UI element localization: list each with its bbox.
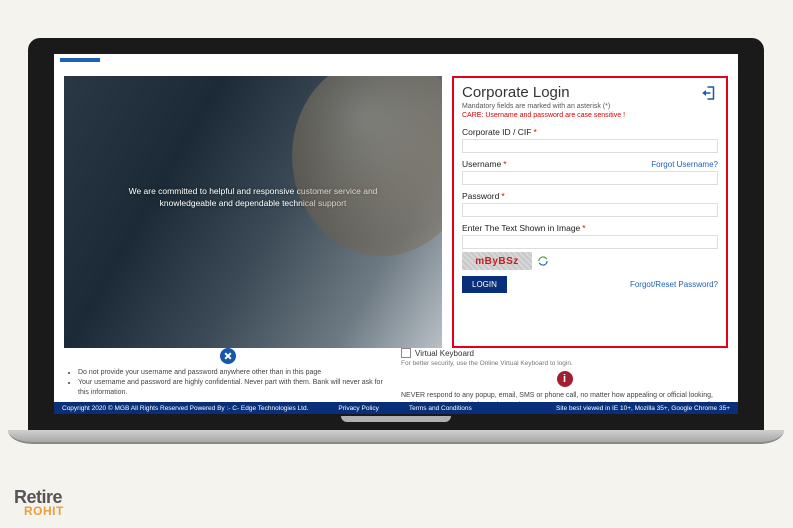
close-icon <box>220 348 236 364</box>
password-label: Password* <box>462 191 718 201</box>
hero-line1: We are committed to helpful and responsi… <box>129 186 378 196</box>
footer-bar: Copyright 2020 © MGB All Rights Reserved… <box>54 402 738 414</box>
username-field: Username* Forgot Username? <box>462 159 718 185</box>
username-label: Username* <box>462 159 507 169</box>
tip-left-1: Do not provide your username and passwor… <box>78 368 391 378</box>
username-input[interactable] <box>462 171 718 185</box>
virtual-keyboard-sub: For better security, use the Online Virt… <box>401 360 728 367</box>
screen-bezel: We are committed to helpful and responsi… <box>28 38 764 430</box>
hero-text: We are committed to helpful and responsi… <box>102 185 404 210</box>
virtual-keyboard-label: Virtual Keyboard <box>415 349 474 358</box>
laptop-notch <box>341 416 451 422</box>
corporate-id-label: Corporate ID / CIF* <box>462 127 718 137</box>
footer-privacy-link[interactable]: Privacy Policy <box>338 405 378 412</box>
captcha-field: Enter The Text Shown in Image* mByBSz <box>462 223 718 270</box>
footer-terms-link[interactable]: Terms and Conditions <box>409 405 472 412</box>
refresh-icon[interactable] <box>536 254 550 268</box>
captcha-input[interactable] <box>462 235 718 249</box>
laptop-base <box>8 430 784 444</box>
captcha-image: mByBSz <box>462 252 532 270</box>
corporate-id-input[interactable] <box>462 139 718 153</box>
screen: We are committed to helpful and responsi… <box>54 54 738 414</box>
brand-rohit: ROHIT <box>24 504 64 518</box>
tip-left-2: Your username and password are highly co… <box>78 378 391 398</box>
info-icon: i <box>557 371 573 387</box>
footer-browser-note: Site best viewed in IE 10+, Mozilla 35+,… <box>556 405 730 412</box>
password-field: Password* <box>462 191 718 217</box>
care-note: CARE: Username and password are case sen… <box>462 112 625 119</box>
hero-line2: knowledgeable and dependable technical s… <box>160 198 347 208</box>
login-enter-icon <box>700 84 718 102</box>
forgot-username-link[interactable]: Forgot Username? <box>651 160 718 169</box>
top-bar <box>54 54 738 68</box>
corporate-id-field: Corporate ID / CIF* <box>462 127 718 153</box>
captcha-label: Enter The Text Shown in Image* <box>462 223 718 233</box>
top-accent <box>60 58 100 62</box>
mandatory-note: Mandatory fields are marked with an aste… <box>462 103 625 110</box>
footer-copyright: Copyright 2020 © MGB All Rights Reserved… <box>62 405 308 412</box>
login-button[interactable]: LOGIN <box>462 276 507 293</box>
brand-logo: Retire ROHIT <box>14 487 64 518</box>
login-panel: Corporate Login Mandatory fields are mar… <box>452 76 728 348</box>
laptop-frame: We are committed to helpful and responsi… <box>28 38 764 460</box>
forgot-password-link[interactable]: Forgot/Reset Password? <box>630 280 718 289</box>
virtual-keyboard-checkbox[interactable] <box>401 348 411 358</box>
hero-banner: We are committed to helpful and responsi… <box>64 76 442 348</box>
login-title: Corporate Login <box>462 84 625 101</box>
password-input[interactable] <box>462 203 718 217</box>
